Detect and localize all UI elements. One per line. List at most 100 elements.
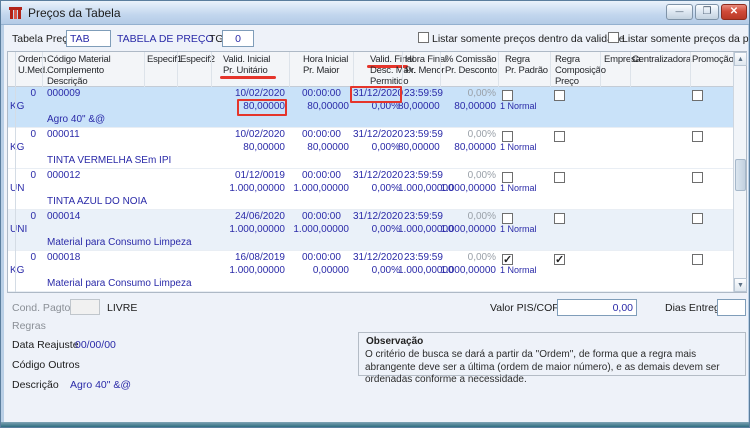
annotation-box-valid-final xyxy=(350,86,402,103)
col-header-especif1[interactable]: Especif1 xyxy=(144,52,182,87)
table-row[interactable]: 0 000018 16/08/2019 00:00:00 31/12/2020 23:59… xyxy=(8,251,735,292)
data-reajuste-value: 00/00/00 xyxy=(75,339,116,351)
col-header-hora-final-line1: Hora Final xyxy=(405,54,447,65)
checkbox-regra-composicao[interactable] xyxy=(554,172,565,183)
maximize-button[interactable]: ❐ xyxy=(695,4,719,20)
col-header-hora-inicial-line1: Hora Inicial xyxy=(303,54,349,65)
window-title: Preços da Tabela xyxy=(28,6,121,20)
checkbox-listar-validade[interactable] xyxy=(418,32,429,43)
cell-valid-final: 31/12/2020 xyxy=(353,170,404,181)
col-header-comissao[interactable]: % Comissão Pr. Desconto xyxy=(440,52,497,87)
cell-pr-maior: 0,00000 xyxy=(312,265,349,276)
cell-pr-menor: 1.000,00000 xyxy=(398,265,454,276)
col-header-regra-composicao-line3: Preço xyxy=(555,76,579,87)
checkbox-listar-promocao[interactable] xyxy=(608,32,619,43)
checkbox-promocao[interactable] xyxy=(692,131,703,142)
cell-pr-desconto: 80,00000 xyxy=(454,142,496,153)
vertical-scrollbar[interactable]: ▲ ▼ xyxy=(733,52,747,292)
checkbox-promocao[interactable] xyxy=(692,213,703,224)
cell-valid-inicial: 16/08/2019 xyxy=(234,252,285,263)
col-header-regra-padrao-line1: Regra xyxy=(505,54,530,65)
checkbox-regra-padrao[interactable] xyxy=(502,213,513,224)
col-header-ordem[interactable]: Ordem U.Med. xyxy=(8,52,48,87)
col-header-valid-inicial[interactable]: Valid. Inicial Pr. Unitário xyxy=(211,52,285,87)
checkbox-regra-padrao[interactable] xyxy=(502,172,513,183)
codigo-outros-label: Código Outros xyxy=(12,359,80,371)
col-header-hora-inicial[interactable]: Hora Inicial Pr. Maior xyxy=(289,52,349,87)
close-button[interactable]: ✕ xyxy=(721,4,747,20)
annotation-underline-valid-inicial xyxy=(220,76,276,79)
tg-input[interactable] xyxy=(222,30,254,47)
cell-codigo: 000018 xyxy=(47,252,81,263)
checkbox-regra-padrao[interactable] xyxy=(502,253,513,266)
cell-pr-unitario: 1.000,00000 xyxy=(229,265,285,276)
col-header-codigo[interactable]: Código Material Complemento Descrição xyxy=(42,52,144,87)
observacao-box: Observação O critério de busca se dará a… xyxy=(358,332,746,385)
cell-pr-maior: 80,00000 xyxy=(307,101,349,112)
table-row[interactable]: 0 000014 24/06/2020 00:00:00 31/12/2020 23:59… xyxy=(8,210,735,251)
dialog-precos-da-tabela: Preços da Tabela — ❐ ✕ Tabela Preço TABE… xyxy=(0,0,750,428)
checkbox-regra-composicao[interactable] xyxy=(554,213,565,224)
checkbox-regra-composicao[interactable] xyxy=(554,131,565,142)
dias-entrega-input[interactable] xyxy=(717,299,746,316)
col-header-hora-final[interactable]: Hora Final Pr. Menor xyxy=(402,52,447,87)
price-table-grid: Ordem U.Med. Código Material Complemento Des… xyxy=(7,51,747,293)
col-header-centralizadora-line1: Centralizadora xyxy=(632,54,691,65)
col-header-valid-inicial-line1: Valid. Inicial xyxy=(223,54,271,65)
scroll-up-button[interactable]: ▲ xyxy=(734,52,747,66)
cell-pr-desconto: 1.000,00000 xyxy=(440,183,496,194)
col-header-regra-padrao[interactable]: Regra Pr. Padrão xyxy=(498,52,550,87)
valor-pis-cofins-input[interactable] xyxy=(557,299,637,316)
cell-pr-desconto: 1.000,00000 xyxy=(440,224,496,235)
col-header-ordem-line2: U.Med. xyxy=(18,65,48,76)
cell-descricao: Agro 40" &@ xyxy=(47,114,106,125)
cell-pr-maior: 80,00000 xyxy=(307,142,349,153)
cell-codigo: 000009 xyxy=(47,88,81,99)
cell-ordem: 0 xyxy=(30,170,36,181)
checkbox-promocao[interactable] xyxy=(692,254,703,265)
col-header-comissao-line1: % Comissão xyxy=(445,54,497,65)
checkbox-regra-composicao[interactable] xyxy=(554,90,565,101)
cell-codigo: 000012 xyxy=(47,170,81,181)
cell-desc-max: 0,00% xyxy=(371,265,400,276)
checkbox-promocao[interactable] xyxy=(692,90,703,101)
col-header-regra-composicao[interactable]: Regra Composição Preço xyxy=(550,52,606,87)
cell-valid-inicial: 24/06/2020 xyxy=(234,211,285,222)
cell-codigo: 000014 xyxy=(47,211,81,222)
col-header-valid-final-line2: Desc. Max. xyxy=(370,65,416,76)
col-header-empresa[interactable]: Empresa xyxy=(600,52,641,87)
col-header-especif2[interactable]: Especif2 xyxy=(177,52,215,87)
col-header-hora-final-line2: Pr. Menor xyxy=(405,65,445,76)
col-header-valid-final[interactable]: Valid. Final Desc. Max. Permitido xyxy=(353,52,416,87)
checkbox-promocao[interactable] xyxy=(692,172,703,183)
scrollbar-thumb[interactable] xyxy=(735,159,746,191)
annotation-box-pr-unitario xyxy=(237,99,287,116)
regras-section-label: Regras xyxy=(12,320,46,332)
col-header-regra-composicao-line1: Regra xyxy=(555,54,580,65)
checkbox-regra-padrao[interactable] xyxy=(502,90,513,101)
scroll-down-button[interactable]: ▼ xyxy=(734,278,747,292)
col-header-codigo-line2: Complemento xyxy=(47,65,104,76)
minimize-button[interactable]: — xyxy=(666,4,693,20)
cell-comissao: 0,00% xyxy=(467,129,496,140)
cell-pr-desconto: 80,00000 xyxy=(454,101,496,112)
col-header-centralizadora[interactable]: Centralizadora xyxy=(630,52,691,87)
table-row[interactable]: 0 000011 10/02/2020 00:00:00 31/12/2020 23:59… xyxy=(8,128,735,169)
cell-descricao: TINTA AZUL DO NOIA xyxy=(47,196,148,207)
col-header-comissao-line2: Pr. Desconto xyxy=(445,65,497,76)
cell-pr-menor: 80,00000 xyxy=(398,101,440,112)
checkbox-regra-padrao[interactable] xyxy=(502,131,513,142)
window-bottom-border xyxy=(1,422,749,427)
titlebar[interactable]: Preços da Tabela — ❐ ✕ xyxy=(1,1,749,25)
checkbox-regra-composicao[interactable] xyxy=(554,253,565,266)
data-reajuste-label: Data Reajuste xyxy=(12,339,79,351)
table-row[interactable]: 0 000012 01/12/0019 00:00:00 31/12/2020 23:59… xyxy=(8,169,735,210)
grid-header: Ordem U.Med. Código Material Complemento Des… xyxy=(8,52,746,87)
col-header-hora-inicial-line2: Pr. Maior xyxy=(303,65,340,76)
tabela-preco-input[interactable] xyxy=(66,30,111,47)
cell-ordem: 0 xyxy=(30,88,36,99)
cell-desc-max: 0,00% xyxy=(371,224,400,235)
cell-comissao: 0,00% xyxy=(467,252,496,263)
cell-valid-final: 31/12/2020 xyxy=(353,211,404,222)
close-icon: ✕ xyxy=(729,6,739,17)
